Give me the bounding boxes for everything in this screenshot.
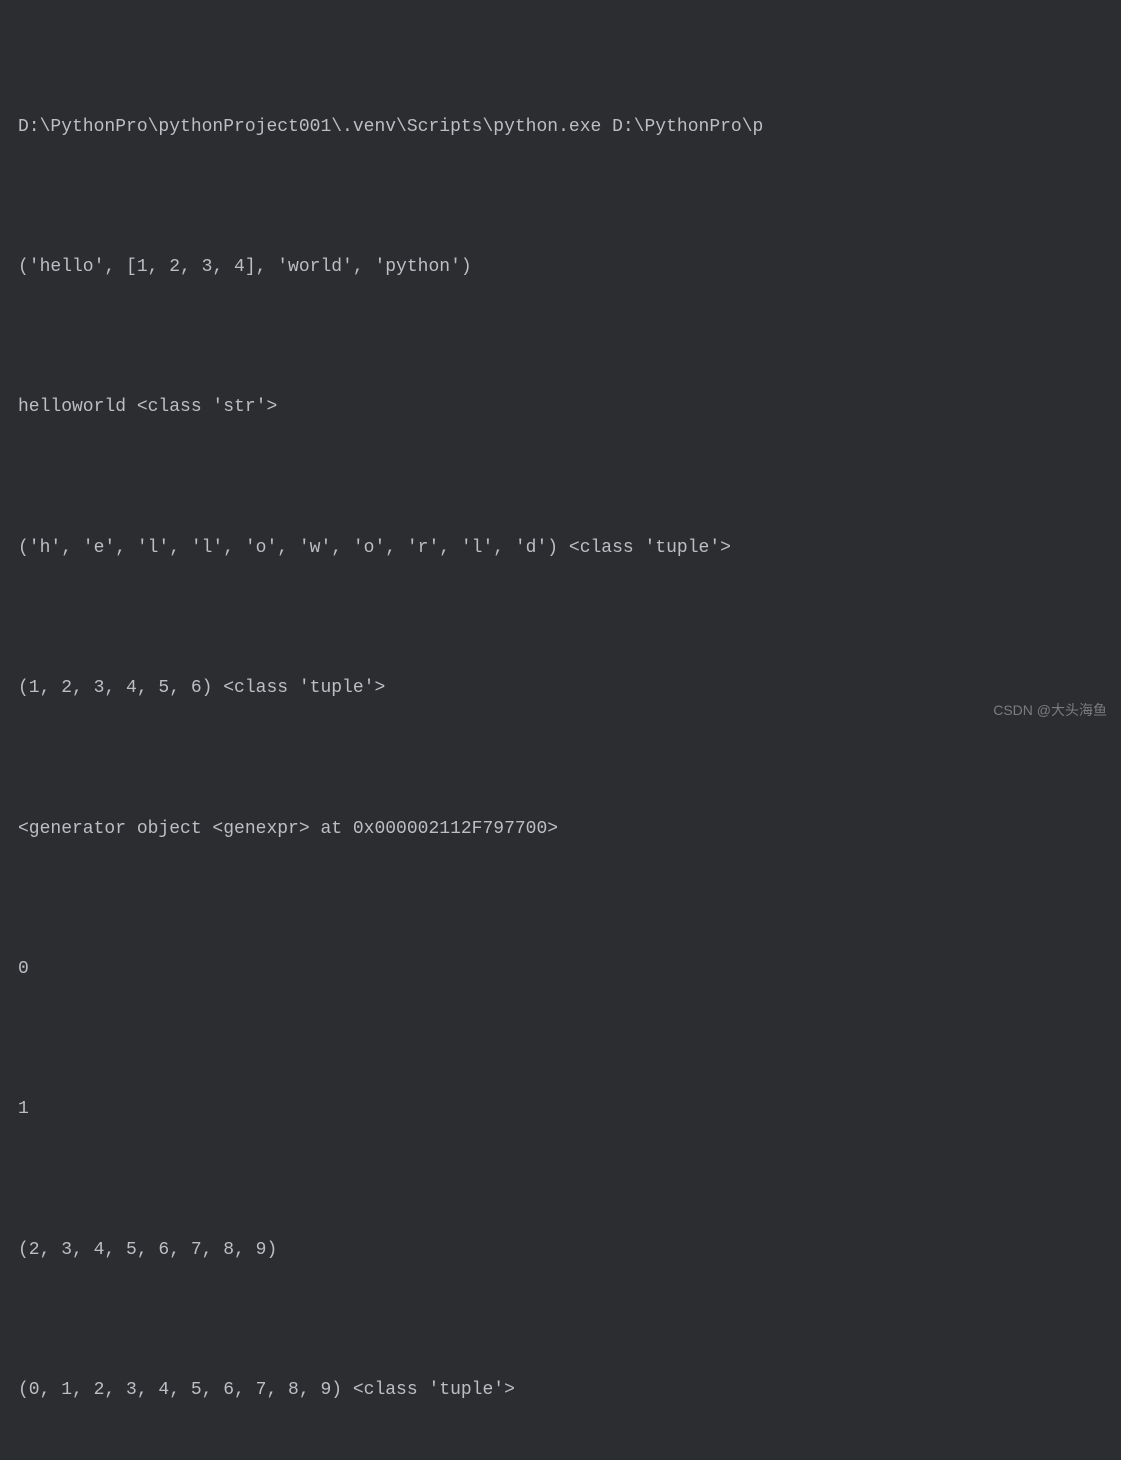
output-line: ('hello', [1, 2, 3, 4], 'world', 'python… <box>18 244 1121 291</box>
output-line: <generator object <genexpr> at 0x0000021… <box>18 806 1121 853</box>
output-line: helloworld <class 'str'> <box>18 384 1121 431</box>
output-line: (2, 3, 4, 5, 6, 7, 8, 9) <box>18 1227 1121 1274</box>
output-line: (0, 1, 2, 3, 4, 5, 6, 7, 8, 9) <class 't… <box>18 1367 1121 1414</box>
output-line: ('h', 'e', 'l', 'l', 'o', 'w', 'o', 'r',… <box>18 525 1121 572</box>
output-line: 1 <box>18 1086 1121 1133</box>
output-line: 0 <box>18 946 1121 993</box>
output-line: D:\PythonPro\pythonProject001\.venv\Scri… <box>18 104 1121 151</box>
output-line: (1, 2, 3, 4, 5, 6) <class 'tuple'> <box>18 665 1121 712</box>
watermark-text: CSDN @大头海鱼 <box>993 700 1107 720</box>
console-output: D:\PythonPro\pythonProject001\.venv\Scri… <box>18 10 1121 1460</box>
